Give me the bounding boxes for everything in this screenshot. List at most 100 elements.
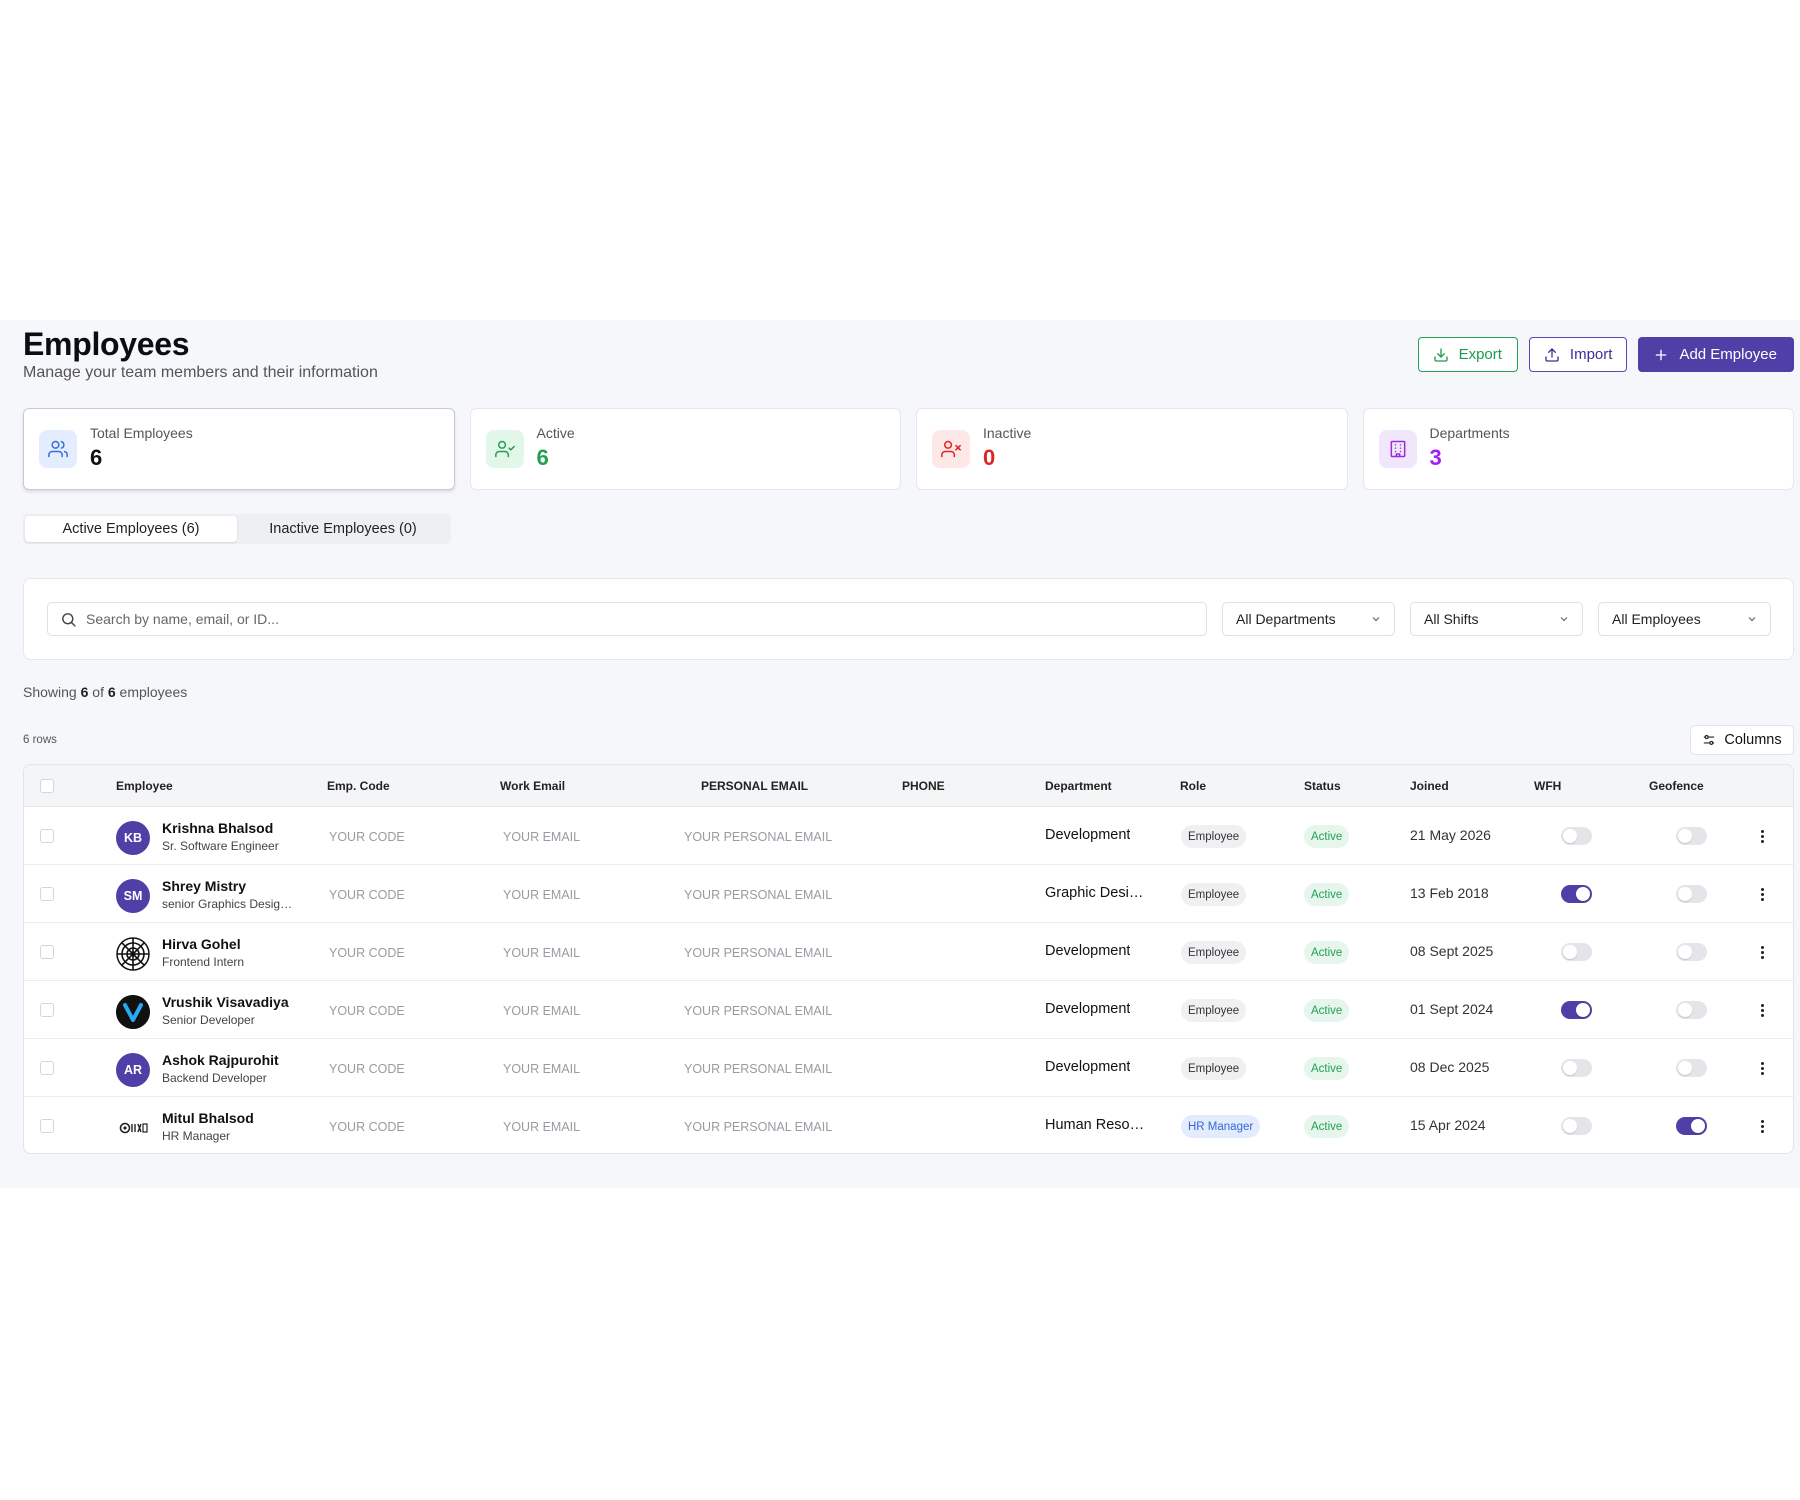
geofence-toggle[interactable] [1676,1001,1707,1019]
geofence-toggle[interactable] [1676,1117,1707,1135]
shift-select[interactable]: All Shifts [1410,602,1583,636]
geofence-toggle[interactable] [1676,827,1707,845]
column-header[interactable]: Geofence [1649,779,1704,793]
employee-name[interactable]: Mitul Bhalsod [162,1110,254,1126]
import-label: Import [1569,346,1613,363]
employee-name[interactable]: Shrey Mistry [162,878,246,894]
search-icon [62,612,76,627]
column-header[interactable]: Role [1180,779,1206,793]
wfh-toggle[interactable] [1561,885,1592,903]
column-header[interactable]: PHONE [902,779,945,793]
column-header[interactable]: WFH [1534,779,1561,793]
avatar: KB [116,821,150,855]
department-select[interactable]: All Departments [1222,602,1395,636]
select-all-checkbox[interactable] [40,779,54,793]
employee-name[interactable]: Vrushik Visavadiya [162,994,289,1010]
stat-card-departments[interactable]: Departments 3 [1362,408,1794,490]
employee-type-select[interactable]: All Employees [1598,602,1771,636]
stat-icon-bg [39,430,77,468]
users-icon [48,440,68,458]
row-checkbox[interactable] [40,829,54,843]
work-email: YOUR EMAIL [503,946,581,960]
column-header[interactable]: Employee [116,779,173,793]
geofence-toggle[interactable] [1676,885,1707,903]
more-actions-icon[interactable] [1756,885,1768,903]
geofence-toggle[interactable] [1676,943,1707,961]
emp-code: YOUR CODE [329,1062,405,1076]
wfh-toggle[interactable] [1561,827,1592,845]
status-badge: Active [1304,1057,1350,1080]
tab-active-employees[interactable]: Active Employees (6) [25,516,237,542]
more-actions-icon[interactable] [1756,827,1768,845]
shift-select-value: All Shifts [1424,611,1479,627]
stat-card-active[interactable]: Active 6 [469,408,901,490]
page-title: Employees [23,326,190,362]
user-check-icon [494,440,515,458]
stat-card-inactive[interactable]: Inactive 0 [916,408,1348,490]
department: Development [1045,1001,1131,1017]
joined-date: 15 Apr 2024 [1410,1117,1486,1133]
v-logo-icon [116,995,150,1029]
more-actions-icon[interactable] [1756,1059,1768,1077]
wfh-toggle[interactable] [1561,1059,1592,1077]
employees-table: Employee Emp. Code Work Email PERSONAL E… [23,764,1794,1154]
column-header[interactable]: Emp. Code [327,779,390,793]
column-header[interactable]: Joined [1410,779,1449,793]
table-row[interactable]: AR Ashok Rajpurohit Backend Developer YO… [24,1039,1793,1097]
more-actions-icon[interactable] [1756,943,1768,961]
emp-code: YOUR CODE [329,888,405,902]
search-input[interactable] [86,611,1186,627]
row-checkbox[interactable] [40,1061,54,1075]
personal-email: YOUR PERSONAL EMAIL [684,946,833,960]
showing-suffix: employees [119,684,188,700]
export-button[interactable]: Export [1417,337,1518,372]
table-row[interactable]: KB Krishna Bhalsod Sr. Software Engineer… [24,807,1793,865]
status-badge: Active [1304,825,1350,848]
row-checkbox[interactable] [40,945,54,959]
row-checkbox[interactable] [40,1003,54,1017]
column-header[interactable]: Work Email [500,779,565,793]
wfh-toggle[interactable] [1561,1001,1592,1019]
stat-label: Total Employees [90,425,193,441]
department: Development [1045,827,1131,843]
search-box[interactable] [47,602,1207,636]
download-icon [1433,347,1448,362]
personal-email: YOUR PERSONAL EMAIL [684,1062,833,1076]
column-header[interactable]: Status [1304,779,1341,793]
stat-card-total[interactable]: Total Employees 6 [23,408,455,490]
employee-name[interactable]: Ashok Rajpurohit [162,1052,279,1068]
table-row[interactable]: Vrushik Visavadiya Senior Developer YOUR… [24,981,1793,1039]
employee-title: senior Graphics Designer [162,897,297,911]
row-checkbox[interactable] [40,1119,54,1133]
geofence-toggle[interactable] [1676,1059,1707,1077]
employee-name[interactable]: Hirva Gohel [162,936,241,952]
stat-icon-bg [932,430,970,468]
more-actions-icon[interactable] [1756,1117,1768,1135]
table-row[interactable]: Hirva Gohel Frontend Intern YOUR CODE YO… [24,923,1793,981]
upload-icon [1545,347,1559,362]
row-checkbox[interactable] [40,887,54,901]
import-button[interactable]: Import [1528,337,1628,372]
sliders-icon [1704,735,1715,745]
table-row[interactable]: Mitul Bhalsod HR Manager YOUR CODE YOUR … [24,1097,1793,1153]
column-header[interactable]: Department [1045,779,1112,793]
table-row[interactable]: SM Shrey Mistry senior Graphics Designer… [24,865,1793,923]
wfh-toggle[interactable] [1561,1117,1592,1135]
stat-label: Inactive [983,425,1032,441]
column-header[interactable]: PERSONAL EMAIL [701,779,808,793]
showing-total: 6 [107,684,116,700]
employee-name[interactable]: Krishna Bhalsod [162,820,273,836]
department: Development [1045,943,1131,959]
employee-title: Senior Developer [162,1013,255,1027]
columns-button[interactable]: Columns [1690,725,1794,755]
tab-inactive-employees[interactable]: Inactive Employees (0) [237,516,449,542]
joined-date: 21 May 2026 [1410,827,1491,843]
employee-tabs: Active Employees (6) Inactive Employees … [23,514,451,544]
wfh-toggle[interactable] [1561,943,1592,961]
add-employee-button[interactable]: Add Employee [1638,337,1794,372]
plus-icon [1656,349,1667,360]
more-actions-icon[interactable] [1756,1001,1768,1019]
columns-label: Columns [1724,732,1782,748]
avatar [116,1111,150,1145]
chevron-down-icon [1372,617,1380,622]
